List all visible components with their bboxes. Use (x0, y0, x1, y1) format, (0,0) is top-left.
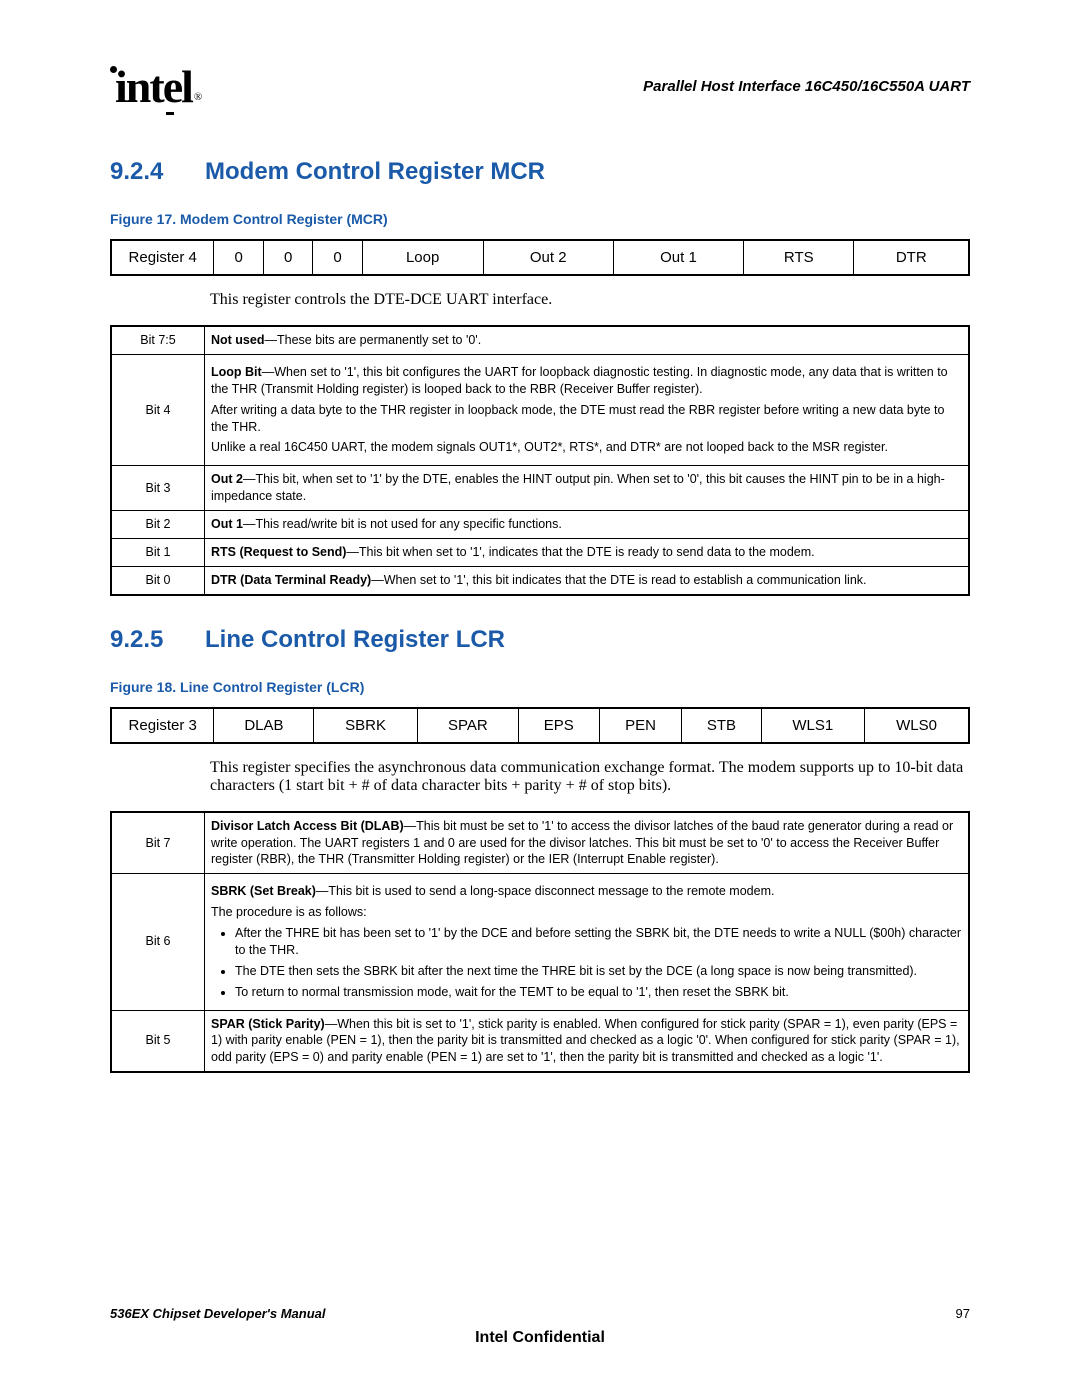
table-row: Bit 7:5Not used—These bits are permanent… (111, 326, 969, 354)
footer-top: 536EX Chipset Developer's Manual 97 (110, 1306, 970, 1321)
page-header: intel® Parallel Host Interface 16C450/16… (110, 60, 970, 113)
bit-label: Bit 5 (111, 1010, 205, 1072)
bit-description: RTS (Request to Send)—This bit when set … (205, 538, 970, 566)
figure-caption-18: Figure 18. Line Control Register (LCR) (110, 679, 970, 695)
document-page: intel® Parallel Host Interface 16C450/16… (0, 0, 1080, 1397)
description-table-mcr: Bit 7:5Not used—These bits are permanent… (110, 325, 970, 596)
body-text-lcr: This register specifies the asynchronous… (210, 759, 970, 795)
table-row: Register 4 0 0 0 Loop Out 2 Out 1 RTS DT… (111, 240, 969, 275)
bit-description: SBRK (Set Break)—This bit is used to sen… (205, 874, 970, 1010)
section-title: Line Control Register LCR (205, 626, 505, 653)
section-number: 9.2.5 (110, 626, 205, 654)
cell: WLS1 (761, 708, 864, 743)
cell: Register 3 (111, 708, 214, 743)
body-text-mcr: This register controls the DTE-DCE UART … (210, 291, 970, 309)
bit-label: Bit 1 (111, 538, 205, 566)
description-table-lcr: Bit 7Divisor Latch Access Bit (DLAB)—Thi… (110, 811, 970, 1074)
section-title: Modem Control Register MCR (205, 158, 545, 185)
cell: EPS (518, 708, 599, 743)
cell: Register 4 (111, 240, 214, 275)
bit-description: SPAR (Stick Parity)—When this bit is set… (205, 1010, 970, 1072)
bit-label: Bit 7 (111, 812, 205, 874)
table-row: Bit 7Divisor Latch Access Bit (DLAB)—Thi… (111, 812, 969, 874)
bit-label: Bit 7:5 (111, 326, 205, 354)
register-table-lcr: Register 3 DLAB SBRK SPAR EPS PEN STB WL… (110, 707, 970, 744)
bit-description: Out 2—This bit, when set to '1' by the D… (205, 466, 970, 511)
cell: Out 2 (483, 240, 613, 275)
bit-description: Divisor Latch Access Bit (DLAB)—This bit… (205, 812, 970, 874)
table-row: Bit 3Out 2—This bit, when set to '1' by … (111, 466, 969, 511)
section-heading-924: 9.2.4Modem Control Register MCR (110, 158, 970, 186)
table-row: Bit 1RTS (Request to Send)—This bit when… (111, 538, 969, 566)
bit-description: DTR (Data Terminal Ready)—When set to '1… (205, 566, 970, 594)
table-row: Bit 5SPAR (Stick Parity)—When this bit i… (111, 1010, 969, 1072)
intel-logo: intel® (110, 60, 198, 113)
bit-label: Bit 0 (111, 566, 205, 594)
cell: 0 (313, 240, 362, 275)
cell: Out 1 (613, 240, 743, 275)
cell: SBRK (314, 708, 417, 743)
cell: DTR (854, 240, 969, 275)
cell: DLAB (214, 708, 314, 743)
table-row: Bit 0DTR (Data Terminal Ready)—When set … (111, 566, 969, 594)
cell: SPAR (417, 708, 518, 743)
bit-description: Not used—These bits are permanently set … (205, 326, 970, 354)
confidential-label: Intel Confidential (110, 1329, 970, 1347)
manual-name: 536EX Chipset Developer's Manual (110, 1306, 326, 1321)
cell: Loop (362, 240, 483, 275)
page-number: 97 (956, 1306, 970, 1321)
cell: 0 (263, 240, 312, 275)
table-row: Bit 6SBRK (Set Break)—This bit is used t… (111, 874, 969, 1010)
figure-caption-17: Figure 17. Modem Control Register (MCR) (110, 211, 970, 227)
page-footer: 536EX Chipset Developer's Manual 97 Inte… (110, 1306, 970, 1347)
cell: 0 (214, 240, 263, 275)
bit-description: Out 1—This read/write bit is not used fo… (205, 511, 970, 539)
bit-label: Bit 2 (111, 511, 205, 539)
section-number: 9.2.4 (110, 158, 205, 186)
cell: WLS0 (864, 708, 969, 743)
table-row: Register 3 DLAB SBRK SPAR EPS PEN STB WL… (111, 708, 969, 743)
table-row: Bit 2Out 1—This read/write bit is not us… (111, 511, 969, 539)
section-heading-925: 9.2.5Line Control Register LCR (110, 626, 970, 654)
cell: STB (682, 708, 761, 743)
header-title: Parallel Host Interface 16C450/16C550A U… (643, 78, 970, 95)
bit-label: Bit 3 (111, 466, 205, 511)
bit-description: Loop Bit—When set to '1', this bit confi… (205, 354, 970, 465)
table-row: Bit 4Loop Bit—When set to '1', this bit … (111, 354, 969, 465)
register-table-mcr: Register 4 0 0 0 Loop Out 2 Out 1 RTS DT… (110, 239, 970, 276)
bit-label: Bit 6 (111, 874, 205, 1010)
cell: PEN (599, 708, 682, 743)
cell: RTS (744, 240, 854, 275)
bit-label: Bit 4 (111, 354, 205, 465)
